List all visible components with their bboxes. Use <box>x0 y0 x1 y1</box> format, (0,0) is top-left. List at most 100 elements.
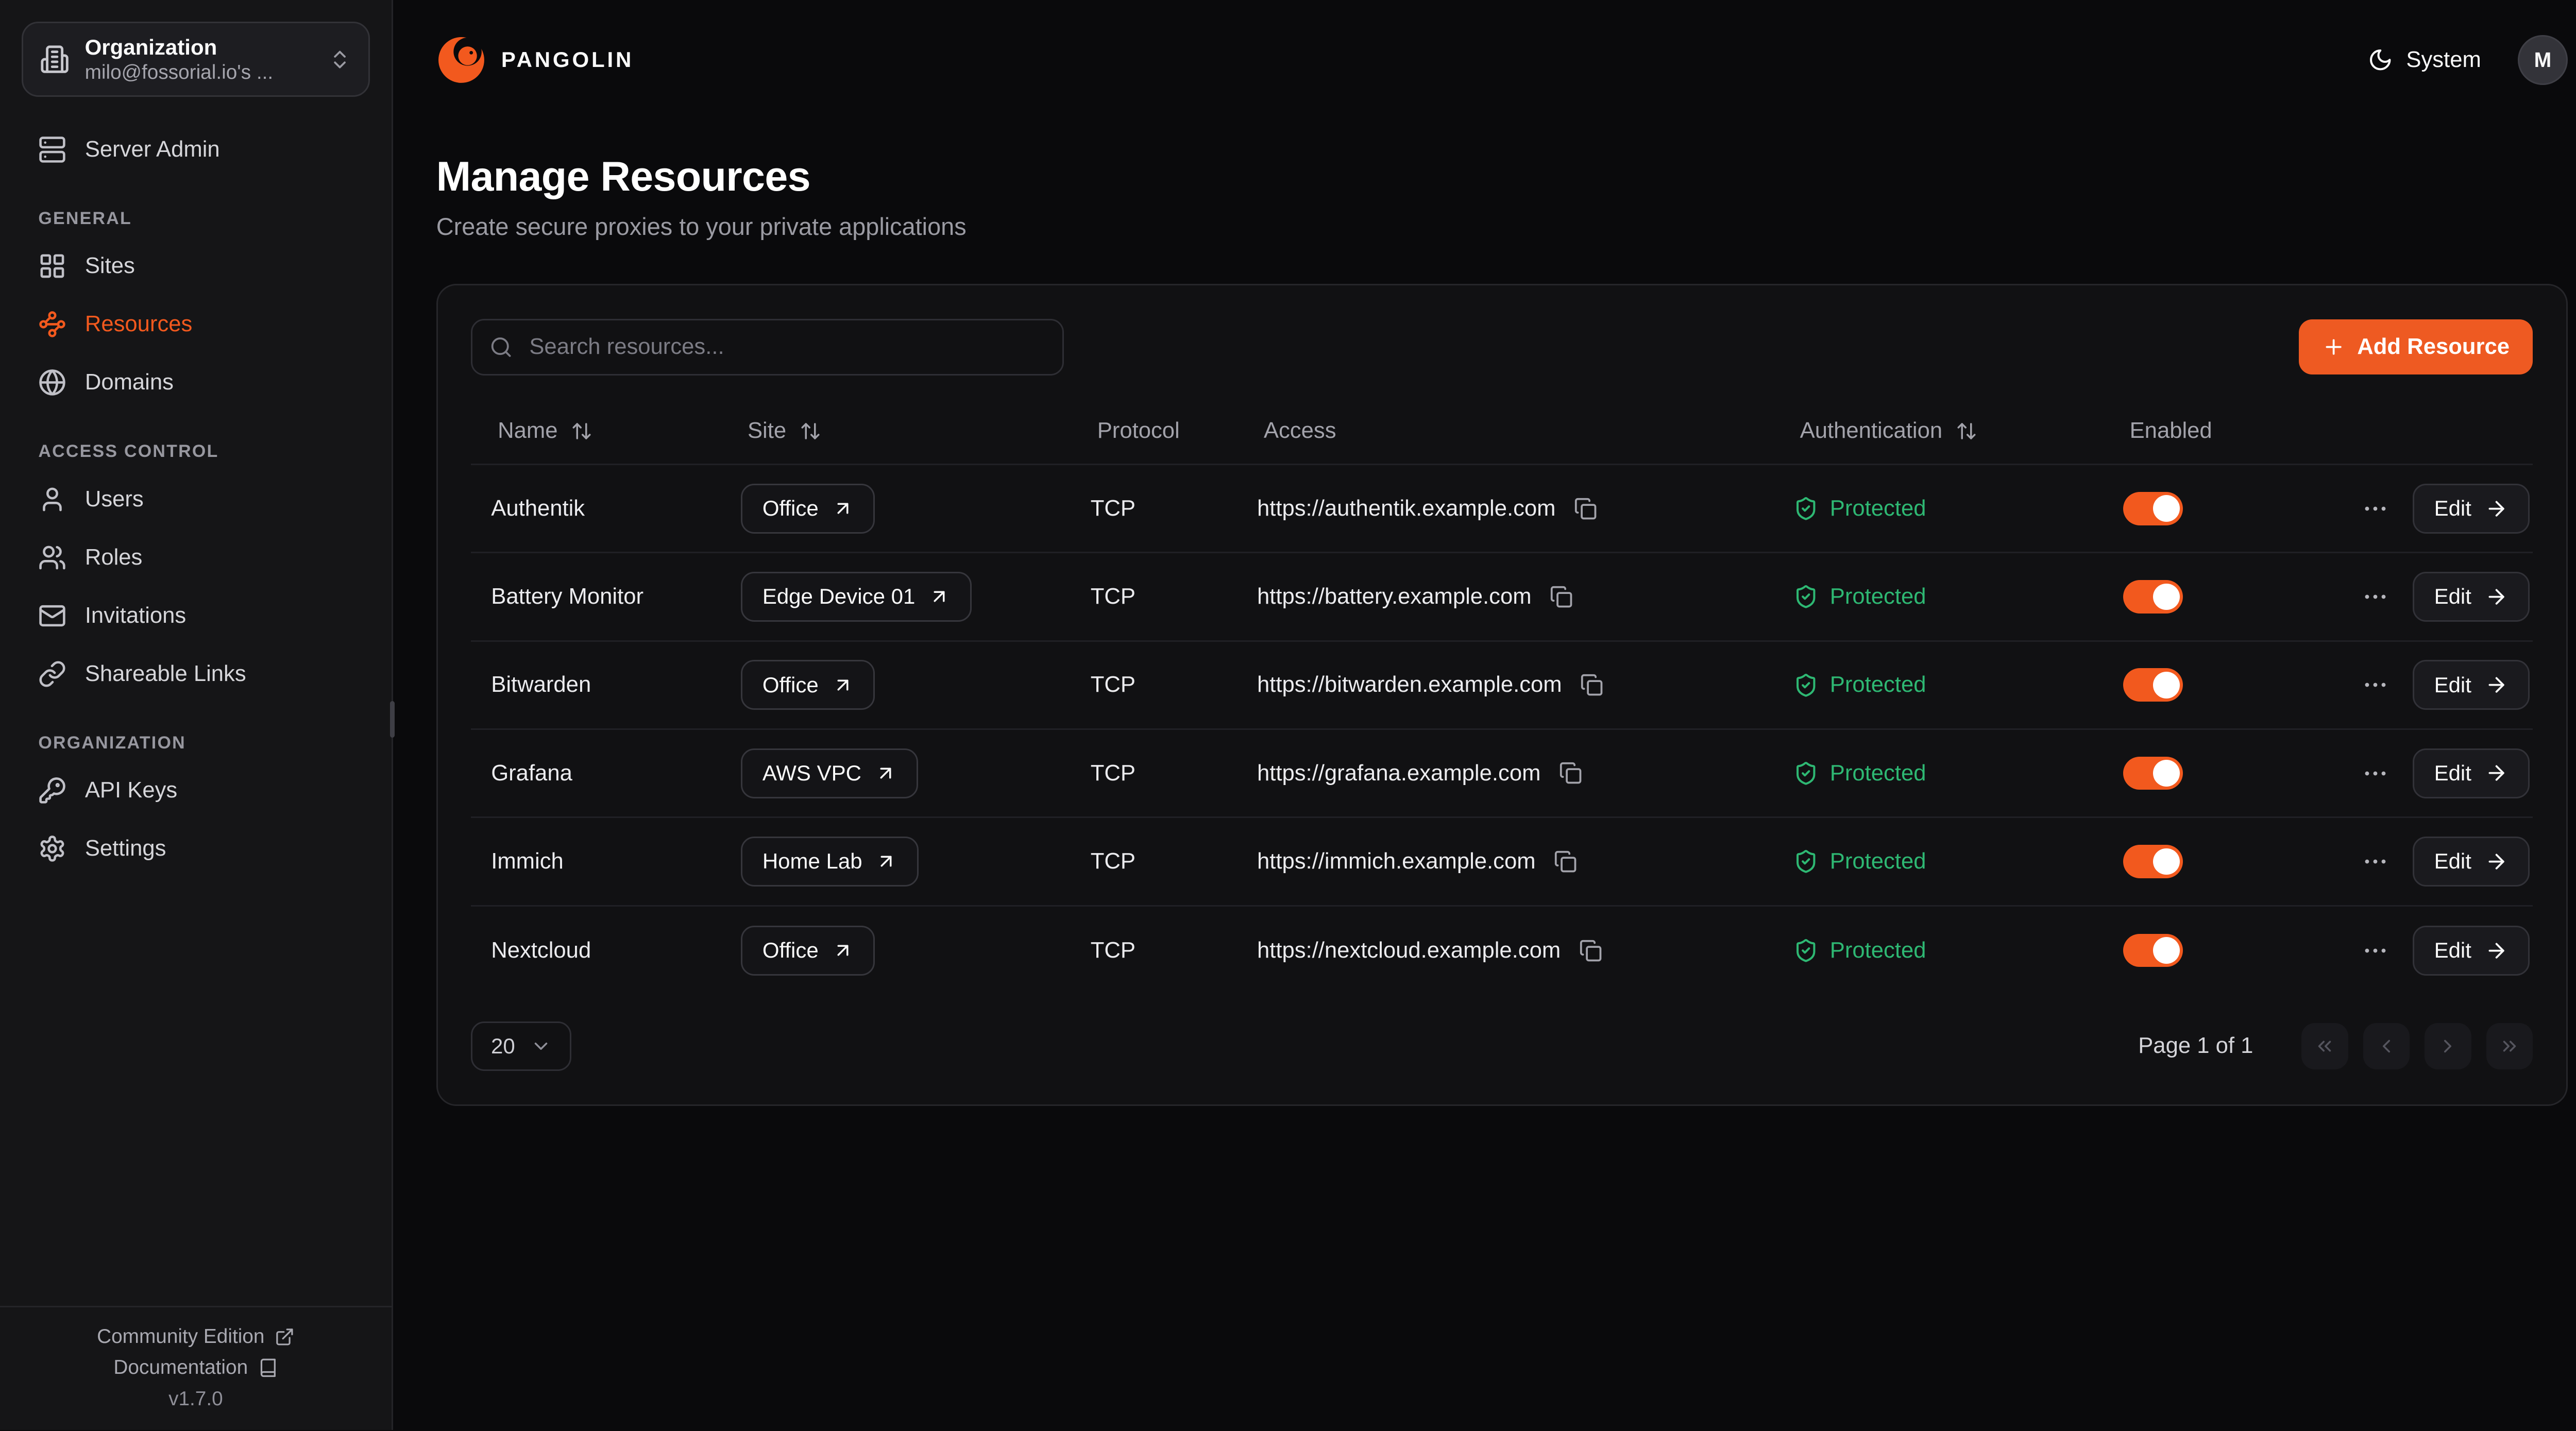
arrow-right-icon <box>2485 497 2508 520</box>
user-avatar[interactable]: M <box>2518 35 2568 85</box>
auth-status-label: Protected <box>1830 938 1926 963</box>
topbar: PANGOLIN System M <box>393 0 2576 120</box>
enabled-toggle[interactable] <box>2123 580 2183 614</box>
copy-url-button[interactable] <box>1551 846 1581 876</box>
prev-page-button[interactable] <box>2363 1023 2410 1069</box>
arrow-right-icon <box>2485 673 2508 696</box>
chevrons-left-icon <box>2314 1035 2335 1057</box>
column-header-site[interactable]: Site <box>721 418 1071 444</box>
sidebar-item-roles[interactable]: Roles <box>22 532 370 583</box>
edit-label: Edit <box>2434 761 2471 786</box>
sidebar-item-label: Settings <box>85 836 166 861</box>
toggle-knob <box>2153 760 2180 787</box>
table-header-row: Name Site Protocol Access <box>471 399 2533 465</box>
row-menu-button[interactable] <box>2358 491 2393 526</box>
last-page-button[interactable] <box>2486 1023 2533 1069</box>
sidebar-item-label: Server Admin <box>85 137 220 162</box>
search-input[interactable] <box>471 319 1064 376</box>
site-link-button[interactable]: Edge Device 01 <box>741 572 972 622</box>
enabled-toggle[interactable] <box>2123 934 2183 967</box>
enabled-toggle[interactable] <box>2123 668 2183 702</box>
table-row: Battery Monitor Edge Device 01 TCP https… <box>471 553 2533 641</box>
edit-button[interactable]: Edit <box>2413 748 2530 798</box>
row-menu-button[interactable] <box>2358 580 2393 615</box>
sidebar-item-label: Shareable Links <box>85 661 246 687</box>
sidebar-item-sites[interactable]: Sites <box>22 241 370 292</box>
arrow-right-icon <box>2485 939 2508 962</box>
community-edition-link[interactable]: Community Edition <box>97 1325 295 1348</box>
copy-url-button[interactable] <box>1571 493 1601 523</box>
auth-status-badge: Protected <box>1773 672 2103 697</box>
chevron-down-icon <box>530 1035 552 1057</box>
row-menu-button[interactable] <box>2358 933 2393 968</box>
brand[interactable]: PANGOLIN <box>436 35 634 85</box>
column-header-authentication[interactable]: Authentication <box>1773 418 2103 444</box>
resource-name: Nextcloud <box>471 938 721 963</box>
sites-grid-icon <box>38 252 66 280</box>
add-resource-button[interactable]: Add Resource <box>2299 319 2533 374</box>
documentation-link[interactable]: Documentation <box>113 1356 278 1379</box>
site-name: AWS VPC <box>762 761 861 786</box>
column-label: Protocol <box>1097 418 1180 444</box>
sidebar-resize-handle[interactable] <box>390 701 395 738</box>
theme-selector[interactable]: System <box>2368 47 2481 73</box>
edit-label: Edit <box>2434 849 2471 874</box>
sidebar-item-server-admin[interactable]: Server Admin <box>22 124 370 175</box>
site-link-button[interactable]: Office <box>741 926 875 976</box>
site-link-button[interactable]: Office <box>741 660 875 710</box>
shield-check-icon <box>1793 761 1818 786</box>
column-header-name[interactable]: Name <box>471 418 721 444</box>
sidebar-item-api-keys[interactable]: API Keys <box>22 765 370 816</box>
auth-status-label: Protected <box>1830 761 1926 786</box>
shield-check-icon <box>1793 584 1818 609</box>
sidebar-item-resources[interactable]: Resources <box>22 299 370 350</box>
sidebar-item-settings[interactable]: Settings <box>22 823 370 875</box>
ellipsis-icon <box>2361 936 2389 965</box>
row-menu-button[interactable] <box>2358 668 2393 703</box>
resource-name: Grafana <box>471 761 721 786</box>
table-row: Bitwarden Office TCP https://bitwarden.e… <box>471 642 2533 730</box>
sidebar-item-users[interactable]: Users <box>22 473 370 525</box>
site-link-button[interactable]: AWS VPC <box>741 748 918 798</box>
copy-url-button[interactable] <box>1556 758 1586 788</box>
arrow-up-right-icon <box>875 762 896 784</box>
enabled-toggle[interactable] <box>2123 757 2183 790</box>
server-icon <box>38 135 66 164</box>
site-name: Office <box>762 938 819 963</box>
chevrons-right-icon <box>2499 1035 2520 1057</box>
page-title: Manage Resources <box>436 153 2568 201</box>
site-name: Office <box>762 673 819 697</box>
edit-button[interactable]: Edit <box>2413 660 2530 710</box>
org-switcher[interactable]: Organization milo@fossorial.io's ... <box>22 22 370 97</box>
edit-button[interactable]: Edit <box>2413 484 2530 534</box>
table-row: Authentik Office TCP https://authentik.e… <box>471 465 2533 553</box>
site-link-button[interactable]: Office <box>741 484 875 534</box>
page-subtitle: Create secure proxies to your private ap… <box>436 213 2568 241</box>
enabled-toggle[interactable] <box>2123 845 2183 878</box>
sidebar-item-shareable-links[interactable]: Shareable Links <box>22 648 370 700</box>
arrow-right-icon <box>2485 850 2508 873</box>
resource-protocol: TCP <box>1071 496 1237 521</box>
copy-url-button[interactable] <box>1547 582 1577 611</box>
site-link-button[interactable]: Home Lab <box>741 837 919 887</box>
resource-protocol: TCP <box>1071 938 1237 963</box>
copy-url-button[interactable] <box>1575 935 1605 965</box>
sidebar-item-domains[interactable]: Domains <box>22 357 370 408</box>
book-icon <box>258 1358 278 1378</box>
column-header-protocol: Protocol <box>1071 418 1237 444</box>
first-page-button[interactable] <box>2301 1023 2348 1069</box>
copy-url-button[interactable] <box>1577 670 1607 700</box>
enabled-toggle[interactable] <box>2123 492 2183 525</box>
copy-icon <box>1580 673 1603 696</box>
row-menu-button[interactable] <box>2358 756 2393 791</box>
column-label: Authentication <box>1800 418 1943 444</box>
page-size-select[interactable]: 20 <box>471 1021 571 1071</box>
edit-button[interactable]: Edit <box>2413 837 2530 887</box>
row-menu-button[interactable] <box>2358 844 2393 879</box>
sidebar-item-invitations[interactable]: Invitations <box>22 590 370 641</box>
card-toolbar: Add Resource <box>471 319 2533 376</box>
edit-button[interactable]: Edit <box>2413 572 2530 622</box>
next-page-button[interactable] <box>2425 1023 2471 1069</box>
edit-button[interactable]: Edit <box>2413 926 2530 976</box>
documentation-label: Documentation <box>113 1356 248 1379</box>
